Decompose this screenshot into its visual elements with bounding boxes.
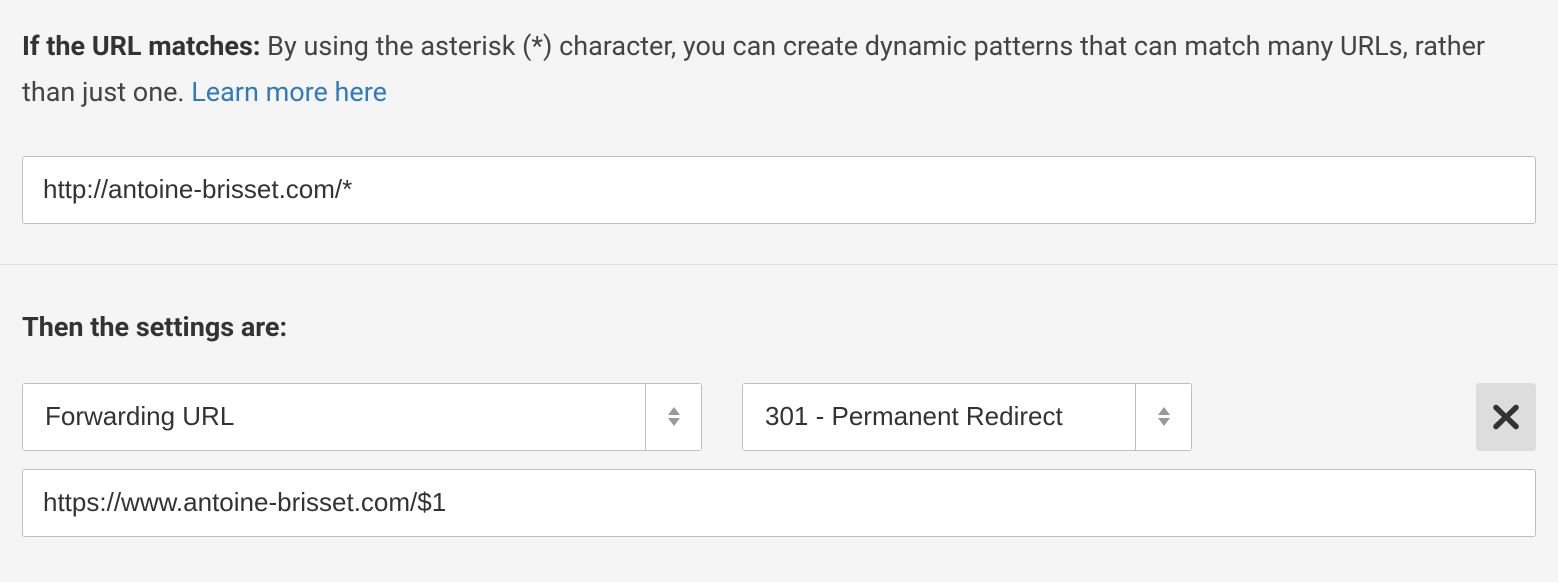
url-match-section: If the URL matches: By using the asteris… <box>0 0 1558 264</box>
remove-button[interactable] <box>1476 383 1536 451</box>
setting-type-value[interactable]: Forwarding URL <box>23 384 645 450</box>
stepper-icon[interactable] <box>1135 384 1191 450</box>
setting-type-select[interactable]: Forwarding URL <box>22 383 702 451</box>
url-pattern-input[interactable] <box>22 156 1536 224</box>
settings-section: Then the settings are: Forwarding URL 30… <box>0 264 1558 557</box>
redirect-type-select[interactable]: 301 - Permanent Redirect <box>742 383 1192 451</box>
url-match-description: If the URL matches: By using the asteris… <box>22 24 1536 116</box>
settings-heading: Then the settings are: <box>22 311 1536 343</box>
close-icon <box>1493 404 1519 430</box>
destination-url-input[interactable] <box>22 469 1536 537</box>
redirect-type-value[interactable]: 301 - Permanent Redirect <box>743 384 1135 450</box>
settings-row: Forwarding URL 301 - Permanent Redirect <box>22 383 1536 451</box>
stepper-icon[interactable] <box>645 384 701 450</box>
url-match-label: If the URL matches: <box>22 30 260 62</box>
learn-more-link[interactable]: Learn more here <box>191 76 387 108</box>
